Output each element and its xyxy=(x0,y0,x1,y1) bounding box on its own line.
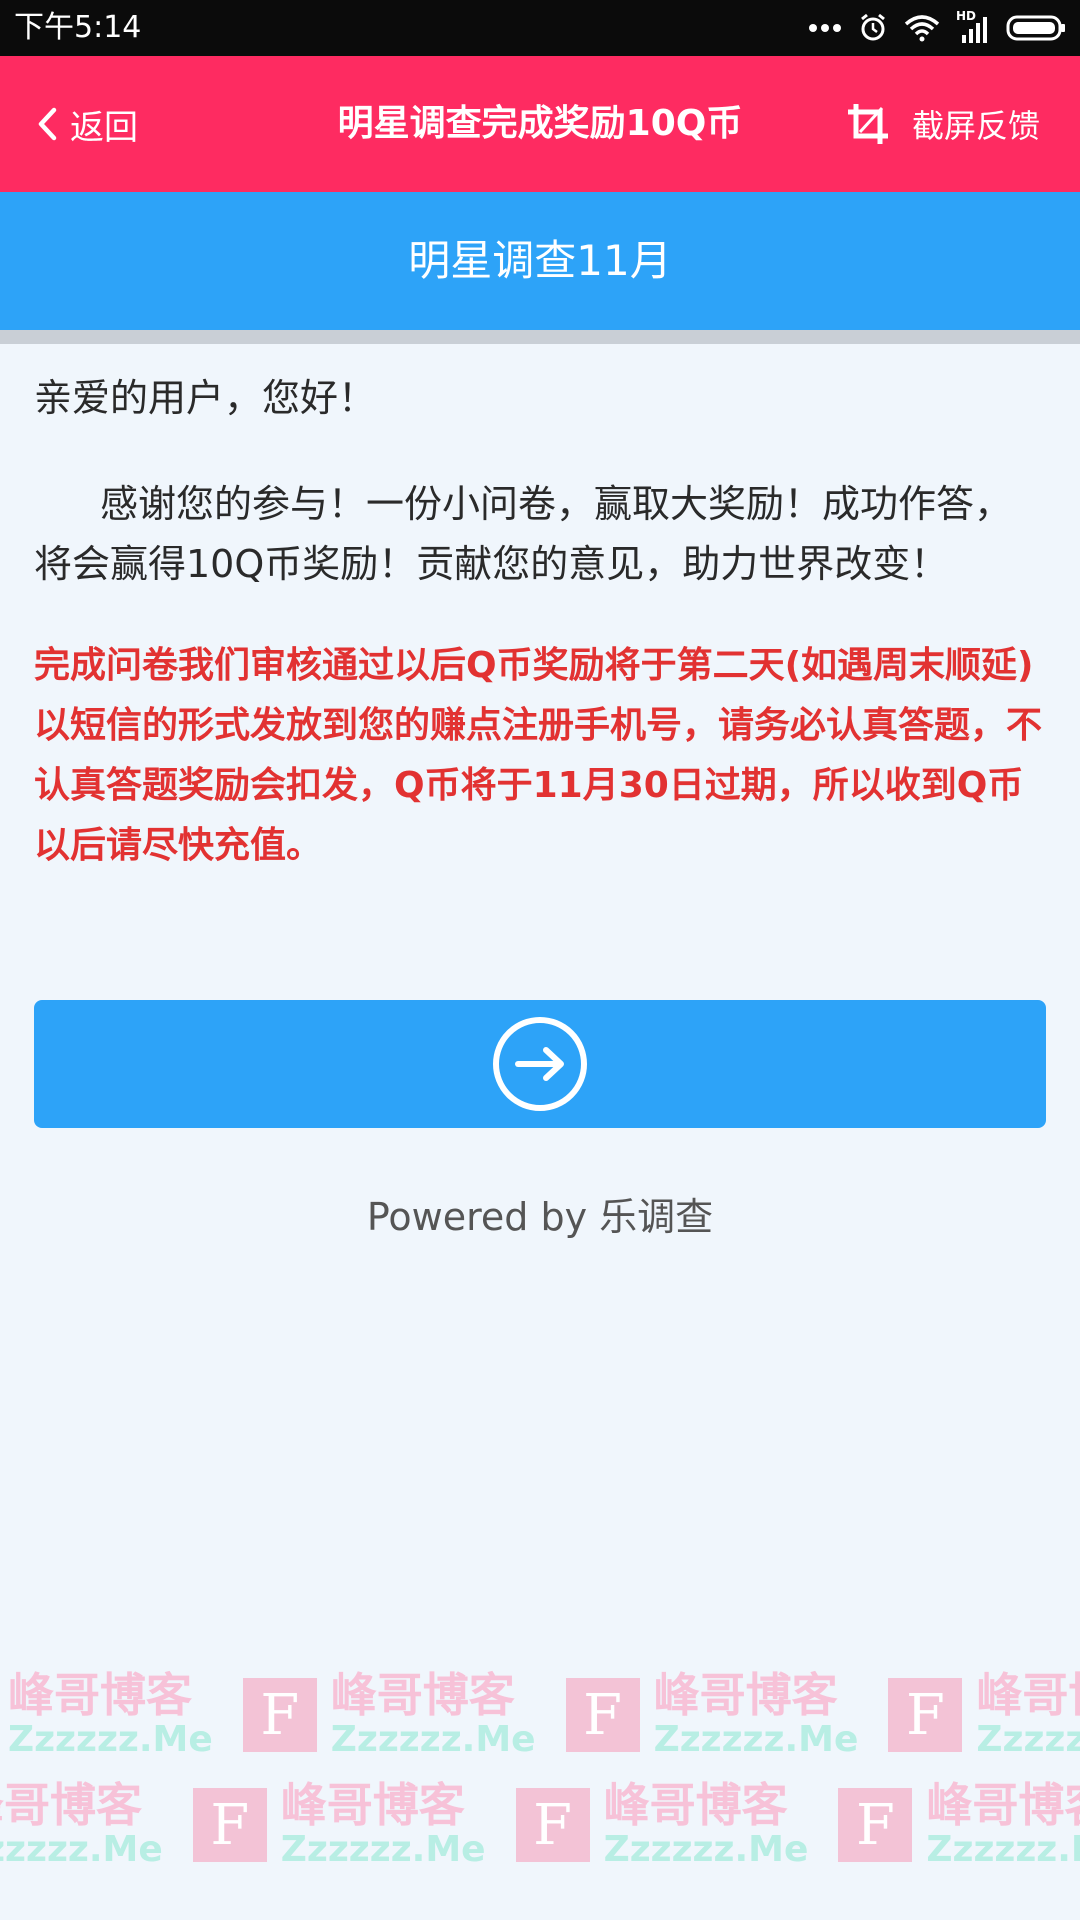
watermark-name: 峰哥博客 xyxy=(976,1668,1080,1722)
more-dots-icon xyxy=(809,24,841,32)
watermark-row: F 峰哥博客Zzzzzz.Me F 峰哥博客Zzzzzz.Me F 峰哥博客Zz… xyxy=(0,1670,1080,1760)
back-label: 返回 xyxy=(70,107,138,148)
divider xyxy=(0,330,1080,344)
watermark: F 峰哥博客Zzzzzz.Me F 峰哥博客Zzzzzz.Me F 峰哥博客Zz… xyxy=(0,1660,1080,1920)
watermark-name: 峰哥博客 xyxy=(280,1778,465,1832)
feedback-label: 截屏反馈 xyxy=(911,107,1040,145)
survey-title: 明星调查11月 xyxy=(0,192,1080,330)
watermark-name: 峰哥博客 xyxy=(603,1778,788,1832)
wifi-icon xyxy=(904,15,940,42)
app-header: 返回 明星调查完成奖励10Q币 截屏反馈 xyxy=(0,56,1080,192)
watermark-logo: F xyxy=(192,1788,267,1862)
start-survey-button[interactable] xyxy=(34,1000,1046,1128)
alarm-icon xyxy=(861,13,885,41)
battery-icon xyxy=(1006,15,1065,41)
watermark-unit: F 峰哥博客Zzzzzz.Me xyxy=(242,1668,536,1760)
signal-icon: HD xyxy=(956,9,990,43)
watermark-name: 峰哥博客 xyxy=(0,1778,142,1832)
watermark-unit: F 峰哥博客Zzzzzz.Me xyxy=(0,1670,213,1760)
greeting-text: 亲爱的用户，您好！ xyxy=(34,376,377,420)
reward-notice: 完成问卷我们审核通过以后Q币奖励将于第二天(如遇周末顺延)以短信的形式发放到您的… xyxy=(34,645,1043,866)
watermark-name: 峰哥博客 xyxy=(653,1668,838,1722)
back-button[interactable]: 返回 xyxy=(36,96,138,152)
watermark-unit: F 峰哥博客Zzzzzz.Me xyxy=(838,1780,1080,1870)
watermark-url: Zzzzzz.Me xyxy=(0,1829,163,1870)
watermark-logo: F xyxy=(515,1788,590,1862)
watermark-url: Zzzzzz.Me xyxy=(976,1719,1080,1760)
watermark-unit: F 峰哥博客Zzzzzz.Me xyxy=(192,1778,486,1870)
intro-text: 感谢您的参与！一份小问卷，赢取大奖励！成功作答，将会赢得10Q币奖励！贡献您的意… xyxy=(34,482,1013,586)
watermark-name: 峰哥博客 xyxy=(926,1778,1080,1832)
watermark-name: 峰哥博客 xyxy=(8,1668,192,1722)
chevron-left-icon xyxy=(38,107,57,141)
watermark-logo: F xyxy=(565,1678,640,1752)
screenshot-feedback-button[interactable]: 截屏反馈 xyxy=(846,92,1040,156)
page-title: 明星调查完成奖励10Q币 xyxy=(337,103,743,144)
watermark-url: Zzzzzz.Me xyxy=(330,1719,536,1760)
watermark-url: Zzzzzz.Me xyxy=(8,1719,213,1760)
status-time: 下午5:14 xyxy=(14,10,142,45)
watermark-unit: F 峰哥博客Zzzzzz.Me xyxy=(565,1668,859,1760)
watermark-unit: F 峰哥博客Zzzzzz.Me xyxy=(888,1670,1080,1760)
watermark-url: Zzzzzz.Me xyxy=(603,1829,809,1870)
status-bar: 下午5:14 HD xyxy=(0,0,1080,56)
watermark-url: Zzzzzz.Me xyxy=(926,1829,1080,1870)
crop-icon xyxy=(847,104,888,144)
watermark-url: Zzzzzz.Me xyxy=(653,1719,859,1760)
watermark-url: Zzzzzz.Me xyxy=(280,1829,486,1870)
survey-intro: 亲爱的用户，您好！ 感谢您的参与！一份小问卷，赢取大奖励！成功作答，将会赢得10… xyxy=(34,362,1046,876)
watermark-row: F 峰哥博客Zzzzzz.Me F 峰哥博客Zzzzzz.Me F 峰哥博客Zz… xyxy=(0,1780,1080,1870)
watermark-logo: F xyxy=(838,1788,913,1862)
status-icons: HD xyxy=(808,9,1066,46)
arrow-right-circle-icon xyxy=(493,1017,587,1111)
powered-by-text: Powered by 乐调查 xyxy=(366,1195,714,1239)
watermark-unit: F 峰哥博客Zzzzzz.Me xyxy=(0,1780,163,1870)
watermark-name: 峰哥博客 xyxy=(330,1668,515,1722)
watermark-unit: F 峰哥博客Zzzzzz.Me xyxy=(515,1778,809,1870)
watermark-logo: F xyxy=(888,1678,963,1752)
watermark-logo: F xyxy=(242,1678,317,1752)
